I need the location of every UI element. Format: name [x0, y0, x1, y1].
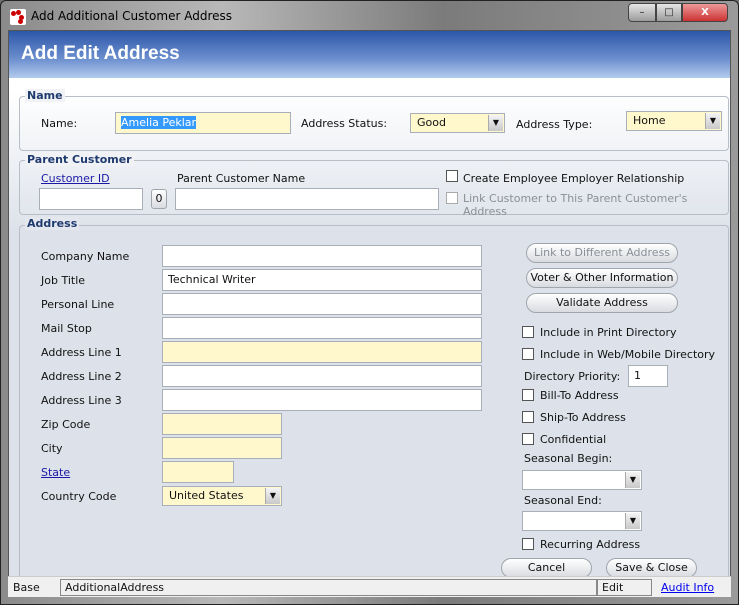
field-label: Country Code — [41, 490, 117, 503]
save-close-button[interactable]: Save & Close — [606, 558, 697, 578]
page-title: Add Edit Address — [9, 31, 730, 78]
name-input[interactable]: Amelia Peklar — [115, 112, 291, 134]
address-status-select[interactable]: Good ▼ — [410, 113, 505, 133]
bill-to-checkbox[interactable] — [522, 389, 534, 401]
address-status-label: Address Status: — [301, 117, 388, 130]
status-bar: Base AdditionalAddress Edit Audit Info — [8, 576, 731, 597]
seasonal-end-select[interactable]: ▼ — [522, 511, 642, 531]
parent-name-label: Parent Customer Name — [177, 172, 306, 185]
seasonal-begin-select[interactable]: ▼ — [522, 470, 642, 490]
app-icon — [10, 9, 26, 25]
print-directory-checkbox[interactable] — [522, 326, 534, 338]
chevron-down-icon: ▼ — [488, 115, 503, 131]
field-input[interactable] — [162, 413, 282, 435]
voter-info-button[interactable]: Voter & Other Information — [526, 268, 678, 288]
chevron-down-icon: ▼ — [265, 488, 280, 504]
address-type-value: Home — [633, 114, 666, 127]
address-type-label: Address Type: — [516, 118, 593, 131]
customer-lookup-button[interactable]: 0 — [151, 189, 167, 209]
field-input[interactable] — [162, 245, 482, 267]
field-label: Zip Code — [41, 418, 91, 431]
status-mode: Edit — [597, 579, 652, 596]
field-input[interactable]: Technical Writer — [162, 269, 482, 291]
chevron-down-icon: ▼ — [625, 513, 640, 529]
field-label: City — [41, 442, 63, 455]
chevron-down-icon: ▼ — [705, 113, 720, 129]
field-input[interactable] — [162, 293, 482, 315]
state-link[interactable]: State — [41, 466, 70, 479]
directory-priority-input[interactable]: 1 — [628, 365, 668, 387]
field-label: Address Line 3 — [41, 394, 122, 407]
address-type-select[interactable]: Home ▼ — [626, 111, 722, 131]
parent-name-input[interactable] — [175, 188, 439, 210]
print-directory-label: Include in Print Directory — [540, 326, 677, 339]
field-input[interactable] — [162, 341, 482, 363]
link-different-address-button[interactable]: Link to Different Address — [526, 243, 678, 263]
minimize-button[interactable]: – — [628, 3, 656, 22]
close-button[interactable]: X — [682, 3, 728, 22]
status-base: Base — [13, 581, 40, 594]
field-input[interactable] — [162, 317, 482, 339]
bill-to-label: Bill-To Address — [540, 389, 619, 402]
confidential-label: Confidential — [540, 433, 607, 446]
name-group-legend: Name — [25, 89, 65, 102]
field-input[interactable] — [162, 365, 482, 387]
status-entity: AdditionalAddress — [60, 579, 597, 596]
field-input[interactable] — [162, 461, 234, 483]
directory-priority-label: Directory Priority: — [524, 370, 621, 383]
field-label: Mail Stop — [41, 322, 92, 335]
name-value: Amelia Peklar — [121, 116, 197, 129]
field-label: Address Line 1 — [41, 346, 122, 359]
maximize-button[interactable]: □ — [656, 3, 682, 22]
field-value: Technical Writer — [168, 273, 256, 286]
customer-id-input[interactable] — [39, 188, 143, 210]
customer-id-link[interactable]: Customer ID — [41, 172, 110, 185]
field-label: Job Title — [41, 274, 86, 287]
audit-info-link[interactable]: Audit Info — [661, 581, 714, 594]
ship-to-checkbox[interactable] — [522, 411, 534, 423]
seasonal-begin-label: Seasonal Begin: — [524, 452, 613, 465]
web-directory-checkbox[interactable] — [522, 348, 534, 360]
window-title: Add Additional Customer Address — [31, 9, 232, 23]
create-relationship-checkbox[interactable] — [446, 170, 458, 182]
confidential-checkbox[interactable] — [522, 433, 534, 445]
address-status-value: Good — [417, 116, 446, 129]
link-parent-address-label: Link Customer to This Parent Customer's … — [463, 192, 688, 218]
chevron-down-icon: ▼ — [625, 472, 640, 488]
parent-group-legend: Parent Customer — [25, 153, 134, 166]
field-label: Company Name — [41, 250, 130, 263]
ship-to-label: Ship-To Address — [540, 411, 626, 424]
create-relationship-label: Create Employee Employer Relationship — [463, 172, 685, 185]
cancel-button[interactable]: Cancel — [501, 558, 592, 578]
field-label: Address Line 2 — [41, 370, 122, 383]
dialog-body: Add Edit Address Name Name: Amelia Pekla… — [8, 30, 731, 597]
seasonal-end-label: Seasonal End: — [524, 494, 602, 507]
field-label: Personal Line — [41, 298, 115, 311]
field-value: United States — [169, 489, 244, 502]
validate-address-button[interactable]: Validate Address — [526, 293, 678, 313]
recurring-checkbox[interactable] — [522, 538, 534, 550]
link-parent-address-checkbox[interactable] — [446, 192, 458, 204]
recurring-label: Recurring Address — [540, 538, 641, 551]
name-label: Name: — [41, 117, 78, 130]
field-input[interactable] — [162, 389, 482, 411]
web-directory-label: Include in Web/Mobile Directory — [540, 348, 716, 361]
field-input[interactable] — [162, 437, 282, 459]
address-group-legend: Address — [25, 217, 80, 230]
country-code-select[interactable]: United States ▼ — [162, 486, 282, 506]
